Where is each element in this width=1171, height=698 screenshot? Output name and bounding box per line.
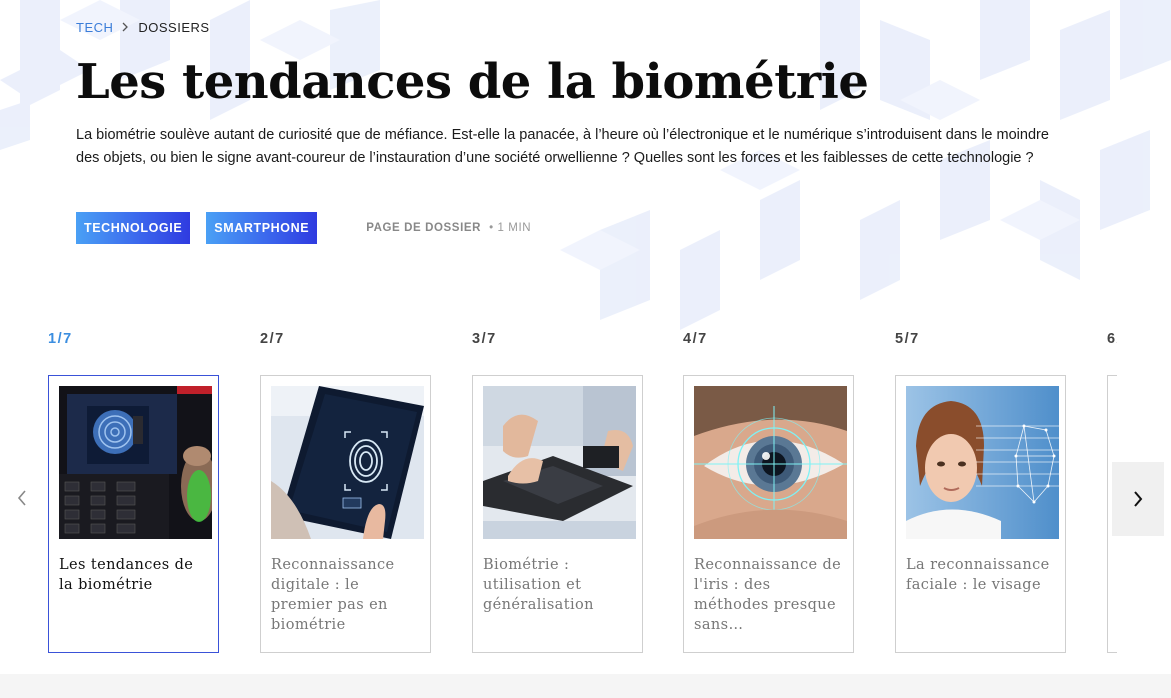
- card-title: Reconnaissance de l'iris : des méthodes …: [694, 557, 842, 633]
- tag-smartphone[interactable]: SMARTPHONE: [206, 212, 318, 244]
- carousel-card[interactable]: La reconnaissance faciale : le visage: [895, 375, 1066, 653]
- slide-index: 1/7: [48, 331, 73, 347]
- tag-list: TECHNOLOGIE SMARTPHONE PAGE DE DOSSIER • …: [76, 212, 531, 244]
- card-image-tablet-fingerprint-scan: [271, 386, 424, 539]
- carousel-card[interactable]: Biométrie : utilisation et généralisatio…: [472, 375, 643, 653]
- card-image-face-recognition: [906, 386, 1059, 539]
- tag-technologie[interactable]: TECHNOLOGIE: [76, 212, 191, 244]
- chevron-right-icon: [1134, 491, 1143, 507]
- read-time: • 1 MIN: [489, 222, 532, 234]
- slide-index: 5/7: [895, 331, 920, 347]
- slide-index: 2/7: [260, 331, 285, 347]
- carousel-prev-button[interactable]: [10, 480, 34, 516]
- breadcrumb: TECH DOSSIERS: [76, 20, 210, 35]
- page-title: Les tendances de la biométrie: [76, 54, 869, 110]
- page-intro: La biométrie soulève autant de curiosité…: [76, 127, 1049, 166]
- breadcrumb-link-tech[interactable]: TECH: [76, 20, 113, 35]
- slide-index: 4/7: [683, 331, 708, 347]
- dossier-carousel: 1/7 Les tendances de la biométrie 2/7 Re…: [0, 320, 1171, 665]
- card-image-iris-scan: [694, 386, 847, 539]
- breadcrumb-link-dossiers[interactable]: DOSSIERS: [138, 20, 209, 35]
- card-image-fingerprint-terminal: [59, 386, 212, 539]
- chevron-left-icon: [17, 490, 26, 506]
- page-type-text: PAGE DE DOSSIER: [366, 222, 482, 234]
- card-image-fingerprint-reader-device: [483, 386, 636, 539]
- page-footer-strip: [0, 674, 1171, 698]
- carousel-card[interactable]: Les tendances de la biométrie: [48, 375, 219, 653]
- card-title: Les tendances de la biométrie: [59, 557, 194, 593]
- card-title: Biométrie : utilisation et généralisatio…: [483, 557, 594, 613]
- carousel-card[interactable]: Reconnaissance digitale : le premier pas…: [260, 375, 431, 653]
- chevron-right-icon: [122, 21, 129, 35]
- card-title: Reconnaissance digitale : le premier pas…: [271, 557, 395, 633]
- carousel-card[interactable]: Reconnaissance de l'iris : des méthodes …: [683, 375, 854, 653]
- card-title: La reconnaissance faciale : le visage: [906, 557, 1050, 593]
- slide-index: 3/7: [472, 331, 497, 347]
- slide-index: 6/7: [1107, 331, 1117, 347]
- carousel-next-button[interactable]: [1112, 462, 1164, 536]
- page-type-label: PAGE DE DOSSIER • 1 MIN: [366, 222, 531, 234]
